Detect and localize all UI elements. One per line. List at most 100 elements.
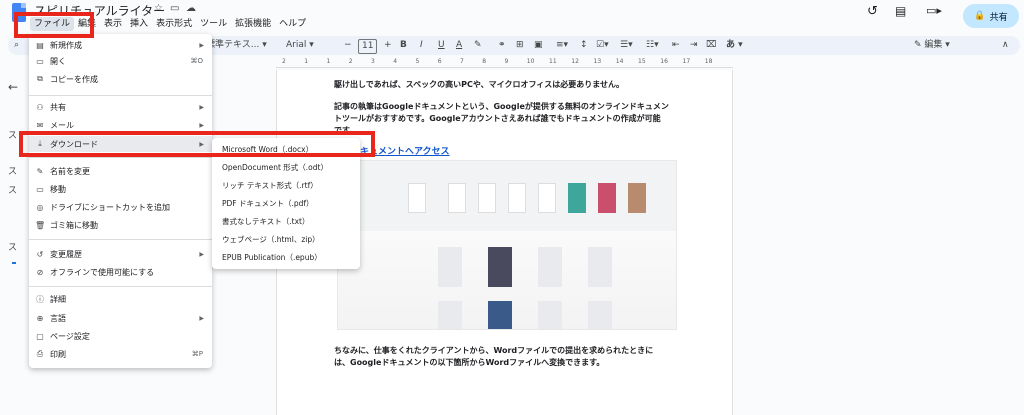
highlight-icon[interactable]: ✎ bbox=[474, 39, 482, 52]
ruler-tick-label: 14 bbox=[615, 58, 624, 65]
menu-item-print[interactable]: ⎙ 印刷 ⌘P bbox=[29, 346, 212, 362]
image-thumb bbox=[508, 183, 526, 213]
trash-icon: 🗑 bbox=[35, 220, 46, 230]
offline-icon: ⊘ bbox=[36, 267, 44, 277]
search-menus-icon[interactable]: ⌕ bbox=[14, 39, 19, 52]
history-icon[interactable]: ↺ bbox=[867, 4, 878, 19]
language-icon: ⊕ bbox=[36, 313, 44, 323]
embedded-screenshot-image[interactable] bbox=[337, 160, 677, 330]
image-thumb bbox=[448, 183, 466, 213]
download-option-pdf[interactable]: PDF ドキュメント（.pdf） bbox=[222, 198, 314, 209]
collapse-toolbar-icon[interactable]: ∧ bbox=[1002, 39, 1009, 52]
menu-divider bbox=[29, 239, 212, 240]
outline-item[interactable]: ス bbox=[8, 240, 17, 253]
menu-item-move[interactable]: ▭ 移動 bbox=[29, 181, 212, 197]
increase-font-button[interactable]: + bbox=[384, 39, 392, 52]
menu-insert[interactable]: 挿入 bbox=[126, 17, 152, 31]
link-icon[interactable]: ⚭ bbox=[498, 39, 506, 52]
menu-help[interactable]: ヘルプ bbox=[275, 17, 310, 31]
align-icon[interactable]: ≡▾ bbox=[556, 39, 568, 52]
outline-item[interactable]: ス bbox=[8, 164, 17, 177]
menu-item-make-copy[interactable]: ⧉ コピーを作成 bbox=[29, 71, 212, 87]
menu-item-offline[interactable]: ⊘ オフラインで使用可能にする bbox=[29, 264, 212, 280]
image-thumb bbox=[598, 183, 616, 213]
insert-image-icon[interactable]: ▣ bbox=[534, 39, 543, 52]
ruler-tick-label: 16 bbox=[660, 58, 668, 65]
menu-item-share[interactable]: ⚇ 共有 ▶ bbox=[29, 99, 212, 115]
rename-icon: ✎ bbox=[36, 166, 44, 176]
clear-formatting-icon[interactable]: ⌧ bbox=[706, 39, 716, 52]
ruler-tick-label: 17 bbox=[682, 58, 691, 65]
ruler-tick-label: 9 bbox=[504, 58, 509, 65]
outline-item[interactable]: ス bbox=[8, 128, 17, 141]
menu-item-details[interactable]: ⓘ 詳細 bbox=[29, 291, 212, 307]
ruler-tick-label: 5 bbox=[415, 58, 420, 65]
style-select[interactable]: 標準テキス... ▾ bbox=[206, 39, 267, 52]
comment-icon[interactable]: ▤ bbox=[895, 4, 906, 18]
input-tools-button[interactable]: あ ▾ bbox=[726, 39, 743, 52]
move-folder-icon: ▭ bbox=[36, 184, 44, 194]
menu-tools[interactable]: ツール bbox=[196, 17, 231, 31]
italic-button[interactable]: I bbox=[420, 39, 423, 52]
meet-icon[interactable]: ▭▸ bbox=[926, 4, 942, 17]
image-doc-thumb bbox=[538, 301, 562, 329]
menu-item-trash[interactable]: 🗑 ゴミ箱に移動 bbox=[29, 217, 212, 233]
menu-view[interactable]: 表示 bbox=[100, 17, 126, 31]
paragraph-2-line-2[interactable]: トツールがおすすめです。Googleアカウントさえあれば誰でもドキュメントの作成… bbox=[334, 112, 661, 125]
download-option-html[interactable]: ウェブページ（.html、zip） bbox=[222, 234, 320, 245]
highlight-box-download bbox=[19, 131, 375, 157]
menu-format[interactable]: 表示形式 bbox=[152, 17, 196, 31]
checklist-icon[interactable]: ☑▾ bbox=[596, 39, 609, 52]
font-select[interactable]: Arial ▾ bbox=[286, 39, 314, 52]
decrease-font-button[interactable]: − bbox=[344, 39, 352, 52]
ruler-tick-label: 13 bbox=[593, 58, 602, 65]
file-menu-dropdown: ▤ 新規作成 ▶ ▭ 開く ⌘O ⧉ コピーを作成 ⚇ 共有 ▶ ✉ メール ▶… bbox=[29, 34, 212, 368]
info-icon: ⓘ bbox=[36, 294, 44, 304]
menu-item-version-history[interactable]: ↺ 変更履歴 ▶ bbox=[29, 246, 212, 262]
ruler-tick-label: 15 bbox=[638, 58, 646, 65]
ruler-tick-label: 10 bbox=[526, 58, 535, 65]
ruler-tick-label: 1 bbox=[304, 58, 309, 65]
share-label: 共有 bbox=[989, 12, 1008, 23]
paragraph-3-line-2[interactable]: は、Googleドキュメントの以下箇所からWordファイルへ変換できます。 bbox=[334, 356, 604, 369]
menu-item-open[interactable]: ▭ 開く ⌘O bbox=[29, 53, 212, 69]
outline-back-icon[interactable]: ← bbox=[8, 80, 18, 94]
horizontal-ruler[interactable]: 2 1 1 2 3 4 5 6 7 8 9 10 11 12 13 14 15 16 17 18 bbox=[276, 58, 733, 68]
star-icon[interactable]: ☆ bbox=[154, 3, 163, 14]
menu-item-page-setup[interactable]: ▢ ページ設定 bbox=[29, 328, 212, 344]
editing-mode-select[interactable]: ✎ 編集 ▾ bbox=[914, 39, 950, 52]
menu-item-add-shortcut[interactable]: ◎ ドライブにショートカットを追加 bbox=[29, 199, 212, 215]
menu-item-new[interactable]: ▤ 新規作成 ▶ bbox=[29, 37, 212, 53]
download-option-rtf[interactable]: リッチ テキスト形式（.rtf） bbox=[222, 180, 318, 191]
underline-button[interactable]: U bbox=[438, 39, 445, 52]
paragraph-1[interactable]: 駆け出しであれば、スペックの高いPCや、マイクロオフィスは必要ありません。 bbox=[334, 78, 624, 91]
download-option-epub[interactable]: EPUB Publication（.epub） bbox=[222, 252, 322, 263]
move-to-folder-icon[interactable]: ▭ bbox=[170, 3, 179, 14]
image-doc-thumb bbox=[438, 301, 462, 329]
numbered-list-icon[interactable]: ☷▾ bbox=[646, 39, 659, 52]
version-history-icon: ↺ bbox=[36, 249, 44, 259]
decrease-indent-icon[interactable]: ⇤ bbox=[672, 39, 680, 52]
share-button[interactable]: 🔒 共有 bbox=[963, 4, 1019, 28]
image-thumb bbox=[538, 183, 556, 213]
submenu-arrow-icon: ▶ bbox=[199, 121, 204, 129]
menu-extensions[interactable]: 拡張機能 bbox=[231, 17, 275, 31]
bulleted-list-icon[interactable]: ☰▾ bbox=[620, 39, 633, 52]
cloud-saved-icon[interactable]: ☁ bbox=[186, 3, 196, 14]
download-option-odt[interactable]: OpenDocument 形式（.odt） bbox=[222, 162, 328, 173]
line-spacing-icon[interactable]: ↕ bbox=[580, 39, 588, 52]
drive-shortcut-icon: ◎ bbox=[36, 202, 44, 212]
menu-item-language[interactable]: ⊕ 言語 ▶ bbox=[29, 310, 212, 326]
add-comment-icon[interactable]: ⊞ bbox=[516, 39, 524, 52]
outline-item[interactable]: ス bbox=[8, 183, 17, 196]
menu-divider bbox=[29, 157, 212, 158]
increase-indent-icon[interactable]: ⇥ bbox=[690, 39, 698, 52]
mail-icon: ✉ bbox=[36, 120, 44, 130]
bold-button[interactable]: B bbox=[400, 39, 407, 52]
ruler-tick-label: 2 bbox=[282, 58, 286, 65]
download-option-txt[interactable]: 書式なしテキスト（.txt） bbox=[222, 216, 309, 227]
menu-divider bbox=[29, 95, 212, 96]
menu-item-rename[interactable]: ✎ 名前を変更 bbox=[29, 163, 212, 179]
font-size-input[interactable]: 11 bbox=[358, 39, 378, 54]
text-color-button[interactable]: A bbox=[456, 39, 462, 52]
